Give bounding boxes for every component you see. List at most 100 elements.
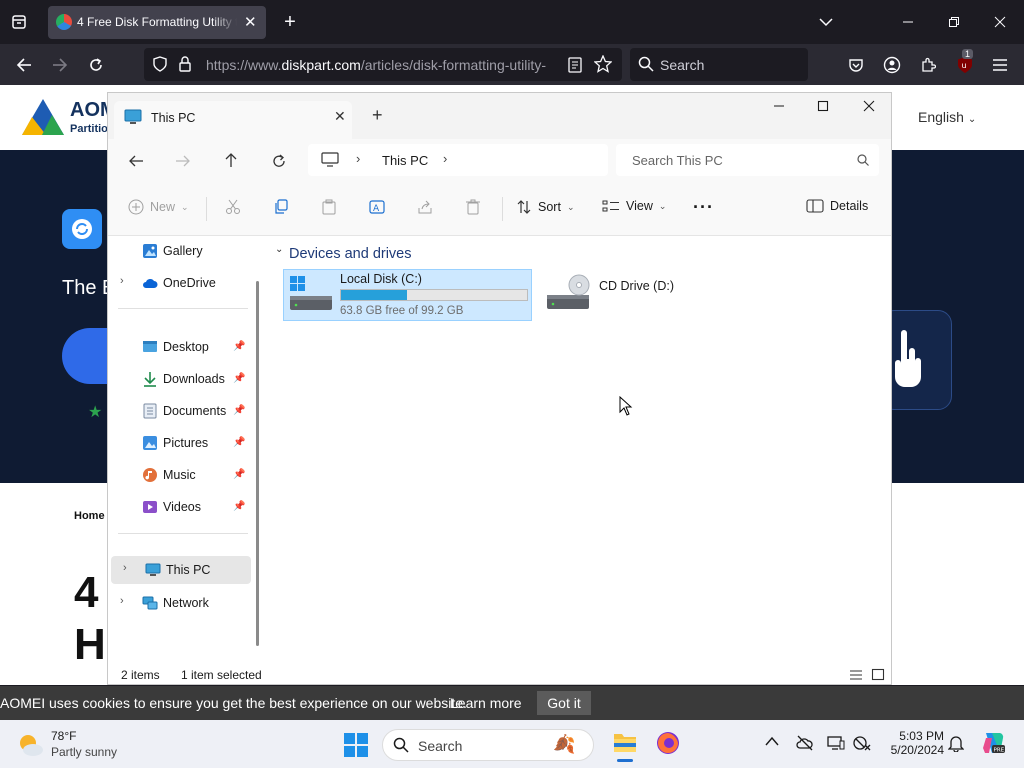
view-button[interactable]: View ⌄ [602, 199, 666, 213]
show-hidden-icons-chevron-icon[interactable] [765, 735, 779, 750]
document-icon [143, 403, 157, 419]
sidebar-item-downloads[interactable]: Downloads 📌 [108, 365, 248, 393]
close-window-icon[interactable] [863, 100, 875, 115]
url-prefix: https://www. [206, 57, 282, 73]
extensions-icon[interactable] [917, 54, 939, 76]
drive-item-d[interactable]: CD Drive (D:) [541, 269, 691, 321]
minimize-icon[interactable] [772, 99, 786, 116]
ublock-icon[interactable]: u 1 [953, 49, 977, 77]
tracking-protection-icon[interactable] [152, 56, 168, 75]
weather-widget[interactable]: 78°F Partly sunny [16, 728, 126, 762]
breadcrumb-this-pc[interactable]: This PC [382, 153, 428, 168]
sidebar-item-gallery[interactable]: Gallery [108, 237, 248, 265]
forward-icon[interactable] [49, 54, 71, 76]
firefox-view-icon[interactable] [8, 12, 30, 32]
paste-button[interactable] [321, 199, 337, 215]
explorer-command-bar: New ⌄ A Sort ⌄ View ⌄ ··· Details [108, 183, 891, 236]
explorer-address-row: › This PC › Search This PC [108, 139, 891, 183]
refresh-icon[interactable] [271, 153, 287, 172]
close-tab-icon[interactable]: ✕ [334, 108, 346, 125]
details-button[interactable]: Details [806, 199, 868, 213]
chevron-right-icon[interactable]: › [123, 562, 127, 574]
sidebar-item-desktop[interactable]: Desktop 📌 [108, 333, 248, 361]
hand-pointer-icon [895, 330, 921, 387]
pocket-icon[interactable] [845, 54, 867, 76]
share-button[interactable] [417, 199, 433, 215]
explorer-tab[interactable]: This PC ✕ [114, 101, 352, 139]
sidebar-item-this-pc[interactable]: › This PC [111, 556, 251, 584]
drive-item-c[interactable]: Local Disk (C:) 63.8 GB free of 99.2 GB [283, 269, 532, 321]
address-bar[interactable]: › This PC › [308, 144, 608, 176]
explorer-search-box[interactable]: Search This PC [616, 144, 879, 176]
browser-tab-bar: 4 Free Disk Formatting Utility to ✕ + [0, 0, 1024, 44]
maximize-icon[interactable] [817, 100, 829, 115]
minimize-icon[interactable] [897, 11, 919, 33]
sidebar-item-documents[interactable]: Documents 📌 [108, 397, 248, 425]
forward-icon[interactable] [175, 153, 191, 172]
display-icon[interactable] [827, 735, 845, 754]
reader-view-icon[interactable] [568, 57, 582, 76]
large-icons-view-icon[interactable] [871, 668, 885, 684]
rename-icon: A [369, 200, 385, 214]
delete-button[interactable] [465, 199, 481, 215]
sidebar-item-music[interactable]: Music 📌 [108, 461, 248, 489]
content-pane: ⌄ Devices and drives Local Disk (C:) 63.… [263, 236, 891, 666]
back-icon[interactable] [13, 54, 35, 76]
cut-button[interactable] [225, 199, 241, 215]
cookie-message: AOMEI uses cookies to ensure you get the… [0, 695, 467, 711]
got-it-button[interactable]: Got it [537, 691, 591, 715]
sidebar-item-network[interactable]: › Network [108, 589, 248, 617]
close-window-icon[interactable] [989, 11, 1011, 33]
copy-button[interactable] [273, 199, 289, 215]
up-icon[interactable] [223, 152, 239, 171]
onedrive-offline-icon[interactable] [796, 735, 814, 754]
copilot-icon[interactable]: PRE [980, 730, 1006, 759]
app-menu-icon[interactable] [989, 54, 1011, 76]
web-search-box[interactable]: Search [630, 48, 808, 81]
notification-bell-icon[interactable] [947, 734, 965, 755]
network-disconnected-icon[interactable] [853, 735, 871, 754]
logo-subtext: Partitio [70, 123, 108, 135]
chevron-right-icon[interactable]: › [120, 595, 124, 607]
sidebar-item-onedrive[interactable]: › OneDrive [108, 269, 248, 297]
new-tab-icon[interactable]: + [372, 105, 383, 126]
svg-text:PRE: PRE [994, 748, 1005, 754]
sidebar-item-videos[interactable]: Videos 📌 [108, 493, 248, 521]
back-icon[interactable] [128, 153, 144, 172]
details-view-icon[interactable] [849, 669, 863, 684]
restore-icon[interactable] [943, 11, 965, 33]
new-button[interactable]: New ⌄ [128, 199, 189, 215]
bookmark-star-icon[interactable] [593, 54, 613, 76]
chevron-right-icon[interactable]: › [120, 275, 124, 287]
account-icon[interactable] [881, 54, 903, 76]
windows-start-icon[interactable] [344, 733, 368, 760]
web-search-placeholder: Search [660, 57, 705, 73]
section-title[interactable]: Devices and drives [289, 246, 412, 262]
more-options-icon[interactable]: ··· [693, 197, 714, 218]
section-collapse-chevron-icon[interactable]: ⌄ [275, 244, 283, 255]
sidebar-item-pictures[interactable]: Pictures 📌 [108, 429, 248, 457]
learn-more-link[interactable]: Learn more [450, 695, 522, 711]
taskbar-search-label: Search [418, 738, 463, 754]
chevron-right-icon[interactable]: › [443, 151, 447, 166]
breadcrumb-home[interactable]: Home [74, 510, 105, 522]
firefox-icon [657, 732, 679, 754]
explorer-title-bar: This PC ✕ + [108, 93, 891, 139]
new-tab-icon[interactable]: + [279, 11, 301, 33]
browser-tab[interactable]: 4 Free Disk Formatting Utility to ✕ [48, 6, 266, 39]
chevron-right-icon[interactable]: › [356, 151, 360, 166]
reload-icon[interactable] [85, 54, 107, 76]
lock-icon[interactable] [178, 55, 192, 76]
firefox-taskbar-button[interactable] [655, 730, 683, 758]
list-all-tabs-icon[interactable] [815, 11, 837, 33]
clock[interactable]: 5:03 PM 5/20/2024 [884, 729, 944, 761]
aomei-logo-icon[interactable] [20, 97, 66, 137]
url-bar[interactable]: https://www.diskpart.com/articles/disk-f… [144, 48, 622, 81]
close-tab-icon[interactable]: ✕ [244, 13, 257, 31]
sort-button[interactable]: Sort ⌄ [516, 199, 574, 215]
nav-scrollbar[interactable] [256, 281, 259, 646]
rename-button[interactable]: A [369, 199, 385, 215]
language-selector[interactable]: English ⌄ [918, 109, 976, 125]
file-explorer-taskbar-button[interactable] [608, 726, 642, 762]
taskbar-search[interactable]: Search 🍂 [382, 729, 594, 761]
